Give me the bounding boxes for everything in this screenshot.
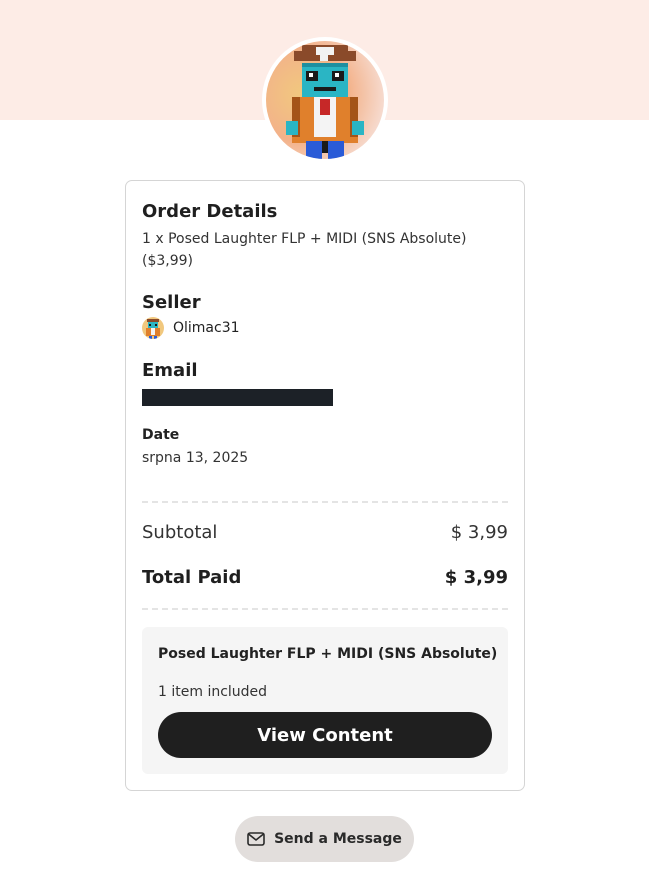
divider bbox=[142, 501, 508, 503]
pixel-art-avatar-icon bbox=[266, 41, 384, 159]
email-redacted-value bbox=[142, 389, 333, 406]
envelope-icon bbox=[247, 832, 265, 846]
total-paid-label: Total Paid bbox=[142, 567, 242, 588]
seller-profile-avatar bbox=[262, 37, 388, 163]
email-heading: Email bbox=[142, 360, 198, 381]
seller-heading: Seller bbox=[142, 292, 201, 313]
divider bbox=[142, 608, 508, 610]
send-message-label: Send a Message bbox=[274, 831, 402, 847]
seller-name: Olimac31 bbox=[173, 320, 240, 336]
date-value: srpna 13, 2025 bbox=[142, 450, 249, 466]
content-panel: Posed Laughter FLP + MIDI (SNS Absolute)… bbox=[142, 627, 508, 774]
seller-link[interactable]: Olimac31 bbox=[142, 317, 240, 339]
subtotal-value: $ 3,99 bbox=[450, 522, 508, 543]
date-heading: Date bbox=[142, 427, 180, 443]
subtotal-row: Subtotal $ 3,99 bbox=[142, 522, 508, 543]
send-message-button[interactable]: Send a Message bbox=[235, 816, 414, 862]
view-content-button[interactable]: View Content bbox=[158, 712, 492, 758]
seller-avatar-icon bbox=[142, 317, 164, 339]
total-paid-row: Total Paid $ 3,99 bbox=[142, 567, 508, 588]
total-paid-value: $ 3,99 bbox=[444, 567, 508, 588]
order-line-item: 1 x Posed Laughter FLP + MIDI (SNS Absol… bbox=[142, 231, 467, 269]
subtotal-label: Subtotal bbox=[142, 522, 218, 543]
order-details-heading: Order Details bbox=[142, 201, 278, 222]
product-name: Posed Laughter FLP + MIDI (SNS Absolute) bbox=[158, 646, 498, 662]
order-card: Order Details 1 x Posed Laughter FLP + M… bbox=[125, 180, 525, 791]
items-included-text: 1 item included bbox=[158, 684, 268, 700]
